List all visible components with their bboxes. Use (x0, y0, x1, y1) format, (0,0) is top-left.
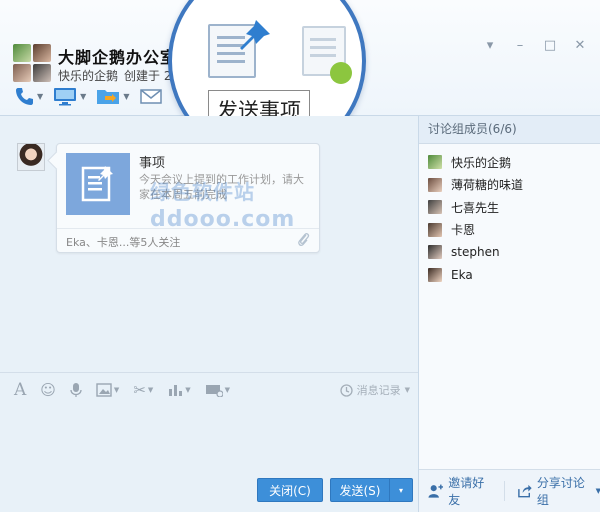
item-description: 今天会议上提到的工作计划，请大家在本周五前完成 (139, 173, 304, 201)
item-title: 事项 (139, 156, 166, 171)
divider (503, 481, 505, 501)
member-name: 卡恩 (451, 223, 476, 238)
members-panel: 讨论组成员(6/6) 快乐的企鹅 薄荷糖的味道 七喜先生 卡恩 stephen … (418, 116, 600, 512)
bar-chart-icon (169, 385, 183, 396)
member-name: 薄荷糖的味道 (451, 178, 524, 193)
paperclip-icon[interactable] (297, 232, 311, 248)
chevron-down-icon[interactable]: ▼ (80, 92, 86, 101)
avatar (428, 177, 442, 192)
chevron-down-icon[interactable]: ▼ (114, 386, 119, 394)
poll-button[interactable]: ▼ (167, 383, 191, 397)
pin-icon (240, 20, 270, 50)
message-history-button[interactable]: 消息记录 ▼ (339, 382, 410, 398)
smiley-icon: ☺ (40, 381, 56, 399)
folder-icon (96, 86, 120, 106)
header-toolbar: ▼ ▼ ▼ (14, 86, 173, 106)
member-name: stephen (451, 245, 500, 260)
list-item[interactable]: 薄荷糖的味道 (419, 174, 600, 197)
more-tools-button[interactable]: ▼ (205, 383, 230, 397)
screenshot-button[interactable]: ✂ ▼ (133, 381, 153, 399)
chat-bubble-icon (330, 62, 352, 84)
group-avatar-tile (33, 64, 51, 82)
scissors-icon: ✂ (133, 381, 146, 399)
card-pointer (47, 151, 66, 170)
member-list: 快乐的企鹅 薄荷糖的味道 七喜先生 卡恩 stephen Eka (419, 144, 600, 286)
avatar (428, 222, 442, 237)
screen-share-icon (53, 86, 77, 106)
send-mail-button[interactable] (139, 86, 163, 106)
list-item[interactable]: 卡恩 (419, 219, 600, 242)
member-name: Eka (451, 267, 473, 282)
chevron-down-icon[interactable]: ▼ (185, 386, 190, 394)
list-item[interactable]: stephen (419, 241, 600, 264)
avatar[interactable] (17, 143, 45, 171)
chevron-down-icon[interactable]: ▼ (225, 386, 230, 394)
chevron-down-icon[interactable]: ▼ (37, 92, 43, 101)
minimize-icon[interactable]: – (512, 38, 528, 53)
invite-friends-button[interactable]: 邀请好友 (428, 474, 494, 508)
avatar (428, 155, 442, 170)
document-pin-icon (81, 166, 113, 202)
chevron-down-icon[interactable]: ▼ (596, 487, 600, 495)
more-tools-icon (205, 385, 223, 397)
divider (57, 228, 319, 229)
microphone-icon (70, 383, 82, 397)
group-avatar[interactable] (13, 44, 51, 82)
avatar (428, 267, 442, 282)
members-footer: 邀请好友 分享讨论组 ▼ (419, 469, 600, 512)
group-avatar-tile (13, 64, 31, 82)
list-item[interactable]: 快乐的企鹅 (419, 151, 600, 174)
item-followers: Eka、卡恩...等5人关注 (66, 236, 181, 249)
message-area: 事项 今天会议上提到的工作计划，请大家在本周五前完成 Eka、卡恩...等5人关… (0, 116, 418, 371)
screen-share-button[interactable]: ▼ (53, 86, 86, 106)
window-controls: ▾ – □ ✕ (482, 38, 588, 53)
share-icon (517, 484, 532, 498)
share-group-button[interactable]: 分享讨论组 ▼ (517, 474, 600, 508)
maximize-icon[interactable]: □ (542, 38, 558, 53)
chat-window: 大脚企鹅办公室 快乐的企鹅 创建于 201 ▾ – □ ✕ ▼ ▼ ▼ 发送事项… (0, 0, 600, 512)
invite-label: 邀请好友 (448, 476, 485, 507)
phone-icon (14, 86, 34, 106)
mail-icon (139, 86, 163, 106)
input-toolbar: A ☺ ▼ ✂ ▼ ▼ ▼ 消息记录 ▼ (0, 372, 418, 407)
member-name: 快乐的企鹅 (451, 155, 512, 170)
send-options-button[interactable]: ▾ (389, 478, 413, 502)
group-avatar-tile (33, 44, 51, 62)
avatar (428, 245, 442, 260)
item-thumbnail (66, 153, 130, 215)
image-icon (96, 383, 112, 397)
send-button[interactable]: 发送(S) (330, 478, 390, 502)
share-label: 分享讨论组 (536, 476, 585, 507)
close-icon[interactable]: ✕ (572, 38, 588, 53)
list-item[interactable]: Eka (419, 264, 600, 287)
font-icon: A (14, 380, 27, 400)
font-button[interactable]: A (14, 380, 26, 400)
member-name: 七喜先生 (451, 200, 500, 215)
send-file-button[interactable]: ▼ (96, 86, 129, 106)
emoji-button[interactable]: ☺ (40, 381, 56, 399)
close-button[interactable]: 关闭(C) (257, 478, 323, 502)
chevron-down-icon[interactable]: ▼ (123, 92, 129, 101)
clock-icon (339, 383, 353, 397)
history-label: 消息记录 (356, 384, 401, 397)
image-button[interactable]: ▼ (96, 383, 119, 397)
avatar (428, 200, 442, 215)
chevron-down-icon[interactable]: ▼ (405, 386, 410, 394)
creator-name: 快乐的企鹅 (58, 69, 119, 83)
voice-message-button[interactable] (70, 382, 82, 398)
item-card[interactable]: 事项 今天会议上提到的工作计划，请大家在本周五前完成 Eka、卡恩...等5人关… (47, 143, 320, 253)
menu-dropdown-icon[interactable]: ▾ (482, 38, 498, 53)
group-title[interactable]: 大脚企鹅办公室 (58, 44, 177, 68)
group-avatar-tile (13, 44, 31, 62)
chevron-down-icon[interactable]: ▼ (148, 386, 153, 394)
members-header: 讨论组成员(6/6) (419, 116, 600, 144)
add-user-icon (428, 484, 444, 498)
list-item[interactable]: 七喜先生 (419, 196, 600, 219)
voice-call-button[interactable]: ▼ (14, 86, 43, 106)
